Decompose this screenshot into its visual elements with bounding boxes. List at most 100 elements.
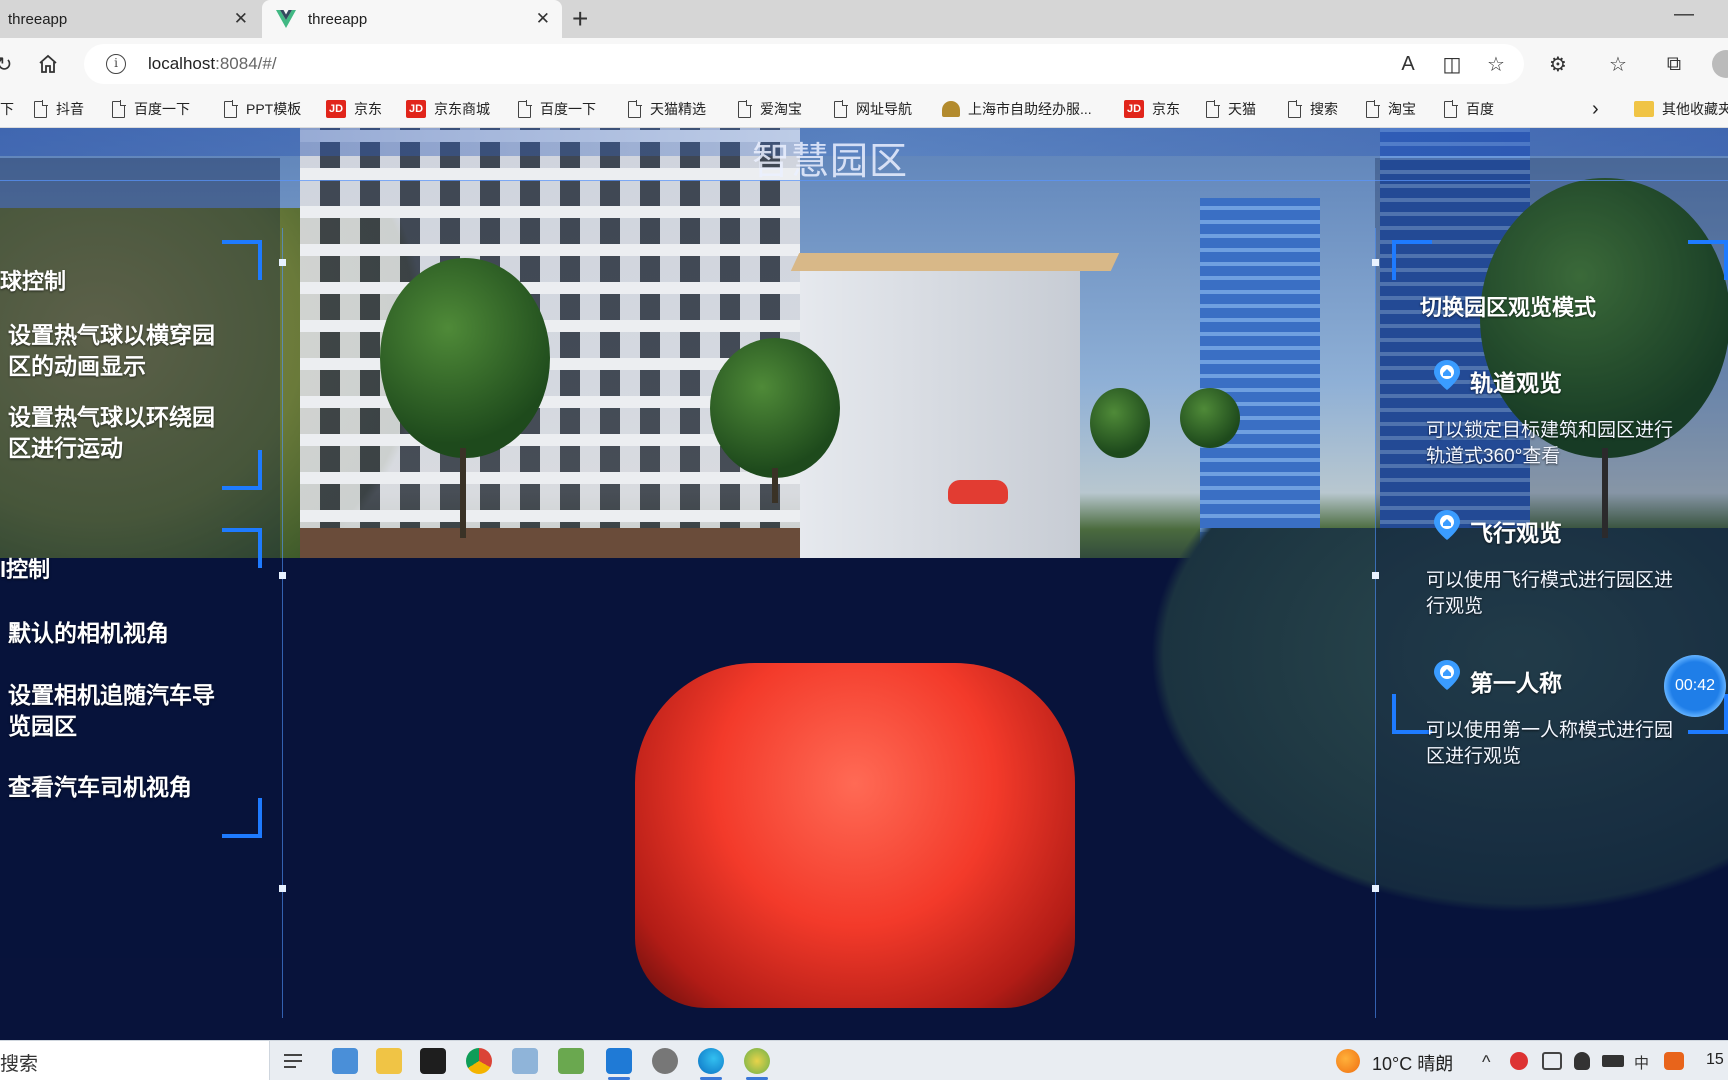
- page-icon: [34, 99, 48, 118]
- favorites-icon[interactable]: ☆: [1604, 50, 1632, 78]
- tab-title: threeapp: [308, 10, 368, 28]
- bookmark-item[interactable]: 网址导航: [834, 98, 912, 120]
- office-building-bands: [300, 128, 800, 548]
- tree: [710, 338, 840, 478]
- bookmark-item[interactable]: 百度一下: [518, 98, 596, 120]
- chevron-right-icon[interactable]: ›: [1592, 98, 1599, 120]
- windows-taskbar: 搜索 10°C 晴朗 ^ 中 15: [0, 1040, 1728, 1080]
- chrome-icon[interactable]: [466, 1048, 492, 1074]
- notepad-icon[interactable]: [558, 1048, 584, 1074]
- bookmark-item[interactable]: PPT模板: [224, 98, 301, 120]
- corner-bracket: [222, 528, 262, 568]
- balloon-control-title: 球控制: [0, 269, 67, 294]
- page-icon: [628, 99, 642, 118]
- page-icon: [738, 99, 752, 118]
- balloon-orbit-option[interactable]: 设置热气球以环绕园 区进行运动: [8, 402, 215, 464]
- file-explorer-icon[interactable]: [376, 1048, 402, 1074]
- close-tab-icon[interactable]: ✕: [536, 9, 550, 29]
- other-bookmarks-folder[interactable]: 其他收藏夹: [1634, 98, 1728, 120]
- site-info-icon[interactable]: i: [106, 54, 126, 74]
- option-line: 设置热气球以环绕园: [8, 404, 215, 430]
- mode-description: 可以使用第一人称模式进行园 区进行观览: [1426, 720, 1674, 767]
- tray-app-icon[interactable]: [1542, 1052, 1562, 1070]
- corner-bracket: [222, 240, 262, 280]
- bookmark-item[interactable]: 抖音: [34, 98, 84, 120]
- vscode-icon[interactable]: [606, 1048, 632, 1080]
- edge-icon[interactable]: [698, 1048, 724, 1080]
- right-guide-line: [1375, 228, 1376, 1018]
- qq-icon[interactable]: [1574, 1052, 1590, 1070]
- header-line: [1200, 180, 1728, 181]
- close-tab-icon[interactable]: ✕: [234, 9, 248, 29]
- terminal-icon[interactable]: [420, 1048, 446, 1074]
- option-line: 设置相机追随汽车导: [8, 682, 215, 708]
- page-title: 智慧园区: [751, 141, 908, 183]
- weather-sun-icon[interactable]: [1336, 1049, 1360, 1073]
- recording-timer[interactable]: 00:42: [1664, 655, 1726, 717]
- tab-threeapp-1[interactable]: threeapp ✕: [0, 0, 260, 38]
- home-icon[interactable]: [34, 50, 62, 78]
- split-screen-icon[interactable]: ◫: [1438, 50, 1466, 78]
- corner-bracket: [1688, 240, 1728, 280]
- balloon-cross-option[interactable]: 设置热气球以横穿园 区的动画显示: [8, 320, 215, 382]
- bookmark-item[interactable]: 天猫精选: [628, 98, 706, 120]
- sogou-icon[interactable]: [1664, 1052, 1684, 1070]
- tree: [380, 258, 550, 458]
- bookmark-item[interactable]: JD 京东: [326, 98, 382, 120]
- extensions-icon[interactable]: ⚙: [1544, 50, 1572, 78]
- default-camera-option[interactable]: 默认的相机视角: [8, 618, 169, 649]
- profile-avatar[interactable]: [1712, 50, 1728, 78]
- bookmark-item[interactable]: JD 京东: [1124, 98, 1180, 120]
- battery-icon[interactable]: [1602, 1055, 1624, 1067]
- weather-text[interactable]: 10°C 晴朗: [1372, 1050, 1453, 1076]
- address-bar[interactable]: i localhost:8084/#/ A ◫ ☆: [84, 44, 1524, 84]
- chevron-up-icon[interactable]: ^: [1482, 1052, 1490, 1073]
- view-mode-title: 切换园区观览模式: [1420, 295, 1597, 320]
- jd-icon: JD: [406, 100, 426, 118]
- new-tab-icon[interactable]: +: [572, 4, 588, 34]
- three-scene-canvas[interactable]: 智慧园区 球控制 设置热气球以横穿园 区的动画显示 设置热气球以环绕园 区进行运…: [0, 128, 1728, 1040]
- header-line: [0, 180, 1200, 181]
- minimize-icon[interactable]: —: [1674, 3, 1694, 26]
- page-icon: [112, 99, 126, 118]
- settings-icon[interactable]: [652, 1048, 678, 1074]
- system-clock[interactable]: 15: [1706, 1051, 1724, 1069]
- jd-icon: JD: [326, 100, 346, 118]
- gov-icon: [942, 101, 960, 117]
- app-icon[interactable]: [744, 1048, 770, 1080]
- task-view-icon[interactable]: [280, 1048, 306, 1074]
- tray-app-icon[interactable]: [1510, 1052, 1528, 1070]
- bookmark-item[interactable]: 爱淘宝: [738, 98, 802, 120]
- bookmark-item[interactable]: 上海市自助经办服...: [942, 98, 1092, 120]
- corner-bracket: [222, 798, 262, 838]
- bookmark-item[interactable]: 百度一下: [112, 98, 190, 120]
- location-pin-icon: [1434, 660, 1460, 690]
- app-icon[interactable]: [512, 1048, 538, 1074]
- bookmark-item[interactable]: 百度: [1444, 98, 1494, 120]
- bookmark-item[interactable]: 搜索: [1288, 98, 1338, 120]
- desktop-app-icon[interactable]: [332, 1048, 358, 1074]
- tree-trunk: [460, 448, 466, 538]
- bookmark-item[interactable]: 下: [0, 98, 14, 120]
- tree: [1180, 388, 1240, 448]
- page-icon: [1206, 99, 1220, 118]
- tab-threeapp-2[interactable]: threeapp ✕: [262, 0, 562, 38]
- option-line: 区进行运动: [8, 435, 123, 461]
- add-favorite-icon[interactable]: ☆: [1482, 50, 1510, 78]
- driver-view-option[interactable]: 查看汽车司机视角: [8, 772, 192, 803]
- ime-indicator[interactable]: 中: [1634, 1052, 1649, 1073]
- page-icon: [224, 99, 238, 118]
- collections-icon[interactable]: ⧉: [1660, 50, 1688, 78]
- red-car: [635, 663, 1075, 1008]
- taskbar-search-input[interactable]: 搜索: [0, 1041, 270, 1080]
- refresh-icon[interactable]: ↻: [0, 50, 18, 78]
- tree: [1090, 388, 1150, 458]
- bookmark-item[interactable]: 天猫: [1206, 98, 1256, 120]
- mode-description: 可以使用飞行模式进行园区进 行观览: [1426, 570, 1674, 617]
- follow-car-option[interactable]: 设置相机追随汽车导 览园区: [8, 680, 215, 742]
- option-line: 览园区: [8, 713, 77, 739]
- bookmark-item[interactable]: 淘宝: [1366, 98, 1416, 120]
- url-text[interactable]: localhost:8084/#/: [148, 54, 277, 74]
- read-aloud-icon[interactable]: A: [1394, 50, 1422, 78]
- bookmark-item[interactable]: JD 京东商城: [406, 98, 490, 120]
